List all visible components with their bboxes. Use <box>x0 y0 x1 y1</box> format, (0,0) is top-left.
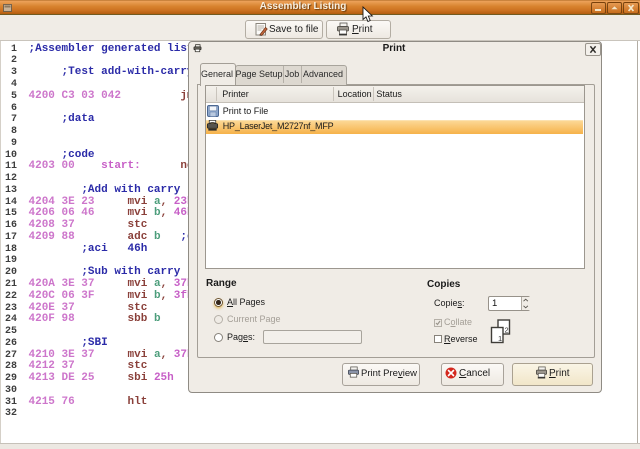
svg-text:2: 2 <box>505 326 509 335</box>
svg-text:1: 1 <box>498 334 502 343</box>
